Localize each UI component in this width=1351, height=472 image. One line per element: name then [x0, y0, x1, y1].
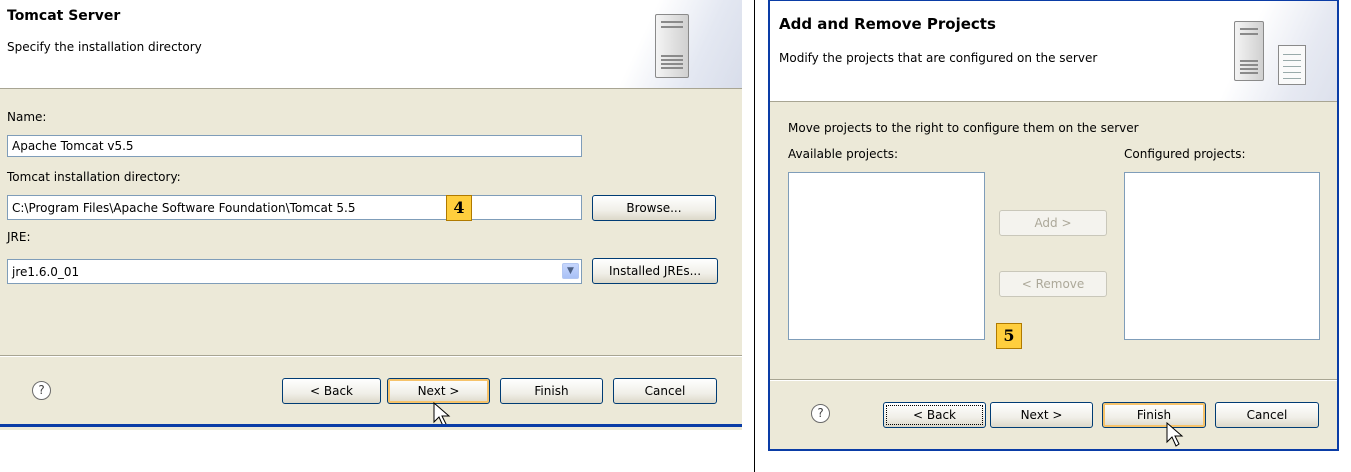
available-projects-label: Available projects: [788, 147, 899, 161]
page-title: Tomcat Server [7, 8, 121, 24]
page-subtitle: Specify the installation directory [7, 40, 202, 54]
next-button[interactable]: Next > [990, 402, 1093, 428]
mouse-cursor-icon [1166, 422, 1184, 447]
cancel-button[interactable]: Cancel [613, 378, 717, 404]
server-config-icon [1234, 21, 1264, 81]
finish-button[interactable]: Finish [1102, 402, 1206, 428]
configured-projects-list[interactable] [1124, 172, 1320, 340]
install-dir-label: Tomcat installation directory: [7, 170, 181, 184]
help-icon[interactable]: ? [32, 381, 51, 400]
jre-select-value: jre1.6.0_01 [12, 265, 80, 279]
jre-label: JRE: [7, 230, 31, 244]
remove-button[interactable]: < Remove [999, 271, 1107, 297]
panel-divider [754, 0, 755, 472]
dialog-header: Add and Remove Projects Modify the proje… [770, 1, 1337, 102]
next-button[interactable]: Next > [387, 378, 490, 404]
tomcat-server-dialog: Tomcat Server Specify the installation d… [0, 0, 742, 430]
back-button[interactable]: < Back [282, 378, 381, 404]
dropdown-arrow-icon[interactable]: ▼ [562, 263, 579, 279]
footer-separator-highlight [770, 380, 1337, 381]
dialog-header: Tomcat Server Specify the installation d… [0, 0, 742, 89]
configured-projects-label: Configured projects: [1124, 147, 1246, 161]
step-badge-4: 4 [446, 195, 472, 221]
page-subtitle: Modify the projects that are configured … [779, 51, 1098, 65]
footer-separator-highlight [0, 356, 742, 357]
name-field[interactable]: Apache Tomcat v5.5 [7, 135, 582, 157]
finish-button[interactable]: Finish [500, 378, 603, 404]
available-projects-list[interactable] [788, 172, 985, 340]
step-badge-5: 5 [996, 323, 1022, 349]
document-icon [1278, 45, 1306, 85]
back-button[interactable]: < Back [883, 402, 986, 428]
help-icon[interactable]: ? [811, 404, 830, 423]
server-icon [655, 14, 689, 78]
name-label: Name: [7, 110, 47, 124]
installed-jres-button[interactable]: Installed JREs... [592, 258, 718, 284]
dialog-bottom-frame [0, 424, 742, 427]
cancel-button[interactable]: Cancel [1215, 402, 1319, 428]
browse-button[interactable]: Browse... [592, 195, 716, 221]
add-remove-projects-dialog: Add and Remove Projects Modify the proje… [768, 0, 1339, 451]
jre-select[interactable]: jre1.6.0_01 ▼ [7, 259, 582, 284]
instruction-text: Move projects to the right to configure … [788, 121, 1139, 135]
install-dir-field[interactable]: C:\Program Files\Apache Software Foundat… [7, 195, 582, 220]
page-title: Add and Remove Projects [779, 15, 996, 33]
add-button[interactable]: Add > [999, 210, 1107, 236]
